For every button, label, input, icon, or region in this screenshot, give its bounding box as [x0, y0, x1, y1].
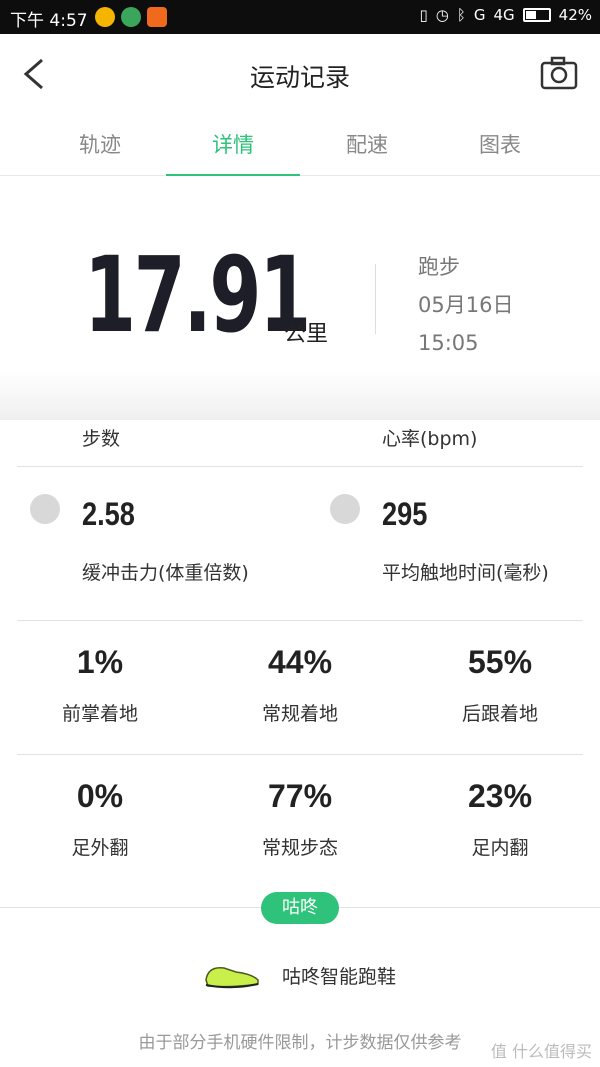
heel-strike-label: 后跟着地: [461, 703, 538, 725]
pronation-label: 足内翻: [471, 837, 529, 859]
sport-time: 15:05: [418, 331, 479, 355]
midfoot-strike-label: 常规着地: [261, 703, 338, 725]
row-divider: [17, 466, 583, 467]
neutral-gait-label: 常规步态: [261, 837, 338, 859]
impact-force-label: 缓冲击力(体重倍数): [82, 562, 249, 584]
tab-bar: 轨迹 详情 配速 图表: [0, 116, 600, 176]
app-header: 运动记录: [0, 34, 600, 116]
alarm-icon: ◷: [435, 6, 449, 24]
midfoot-strike-value: 44%: [267, 644, 333, 680]
battery-icon: [522, 8, 551, 22]
watermark: 值 什么值得买: [490, 1042, 592, 1061]
sport-info: 跑步 05月16日 15:05: [418, 248, 513, 362]
forefoot-strike-label: 前掌着地: [61, 703, 138, 725]
row-divider: [17, 620, 583, 621]
heel-strike-value: 55%: [467, 644, 533, 680]
forefoot-strike: 1% 前掌着地: [0, 644, 200, 726]
page-title: 运动记录: [249, 63, 350, 92]
heart-rate-label: 心率(bpm): [382, 428, 478, 450]
forefoot-strike-value: 1%: [76, 644, 124, 680]
supination-value: 0%: [76, 778, 124, 814]
distance-unit: 公里: [284, 322, 329, 347]
battery-level: 42%: [558, 6, 592, 24]
smart-shoe-icon: [205, 967, 259, 989]
bluetooth-icon: ᛒ: [456, 6, 466, 24]
contact-icon: [330, 494, 360, 524]
status-icons: ▯ ◷ ᛒ G 4G 42%: [419, 6, 592, 24]
steps-label: 步数: [82, 428, 121, 450]
tab-charts[interactable]: 图表: [433, 116, 567, 176]
footprint-icon: [30, 494, 60, 524]
row-divider: [17, 754, 583, 755]
pronation-value: 23%: [467, 778, 533, 814]
network-type: 4G: [493, 6, 515, 24]
neutral-gait-value: 77%: [267, 778, 333, 814]
brand-badge: 咕咚: [261, 892, 339, 924]
midfoot-strike: 44% 常规着地: [200, 644, 400, 726]
neutral-gait: 77% 常规步态: [200, 778, 400, 860]
tab-pace[interactable]: 配速: [300, 116, 434, 176]
supination: 0% 足外翻: [0, 778, 200, 860]
tab-details[interactable]: 详情: [166, 116, 300, 176]
camera-icon[interactable]: [540, 54, 578, 92]
summary-divider: [375, 264, 376, 334]
ground-contact-label: 平均触地时间(毫秒): [382, 562, 549, 584]
supination-label: 足外翻: [71, 837, 129, 859]
status-time: 下午 4:57: [10, 11, 88, 31]
impact-force-value: 2.58: [82, 496, 135, 532]
ground-contact-value: 295: [382, 496, 428, 532]
sport-date: 05月16日: [418, 293, 514, 317]
tab-track[interactable]: 轨迹: [33, 116, 167, 176]
run-summary: 17.91 公里 跑步 05月16日 15:05: [0, 176, 600, 420]
qq-notification-icon: [95, 7, 115, 27]
sport-type: 跑步: [418, 255, 460, 279]
pronation: 23% 足内翻: [400, 778, 600, 860]
status-bar: 下午 4:57 ▯ ◷ ᛒ G 4G 42%: [0, 0, 600, 34]
vibrate-icon: ▯: [419, 6, 428, 24]
app-notification-icon: [121, 7, 141, 27]
distance-value: 17.91: [84, 234, 311, 356]
smart-shoe-label[interactable]: 咕咚智能跑鞋: [282, 962, 396, 989]
heel-strike: 55% 后跟着地: [400, 644, 600, 726]
signal-label: G: [473, 6, 486, 24]
message-notification-icon: [147, 7, 167, 27]
